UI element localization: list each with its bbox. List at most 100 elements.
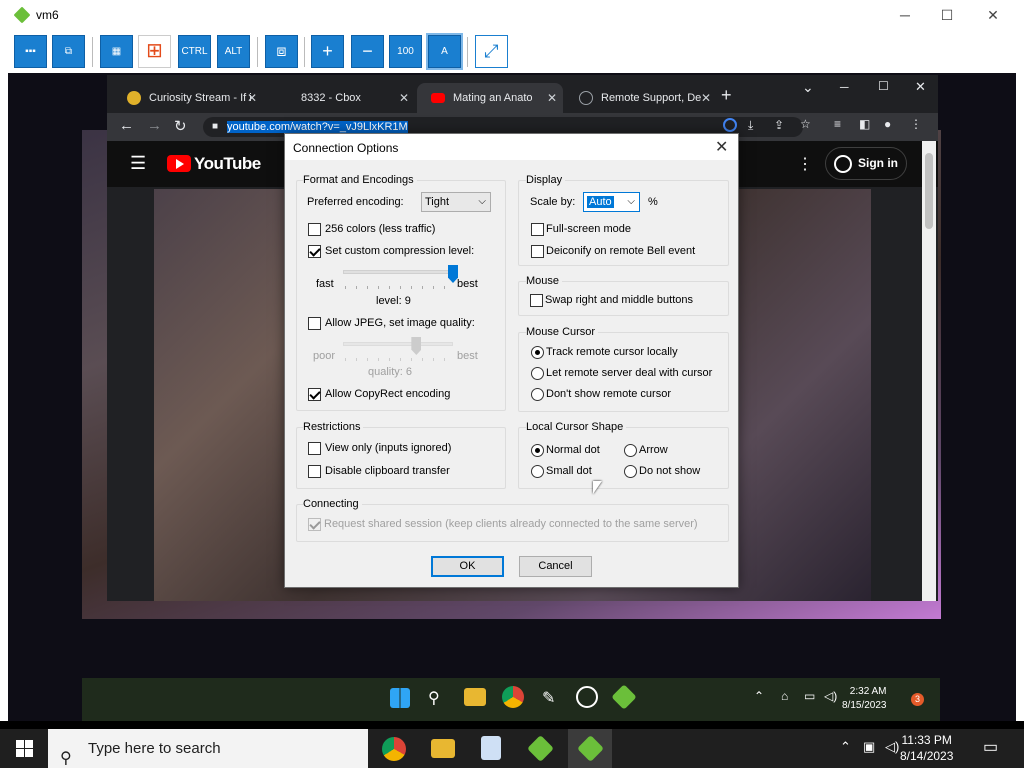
do-not-show-radio[interactable] bbox=[624, 465, 637, 478]
zoom-auto-button[interactable]: A bbox=[426, 33, 463, 70]
track-cursor-radio[interactable] bbox=[531, 346, 544, 359]
preferred-encoding-select[interactable]: Tight ⌵ bbox=[421, 192, 491, 212]
more-options-icon[interactable]: ⋮ bbox=[797, 154, 813, 174]
volume-icon[interactable]: ◁) bbox=[824, 689, 837, 703]
scale-by-select[interactable]: Auto ⌵ bbox=[583, 192, 640, 212]
search-icon[interactable]: ⚲ bbox=[428, 688, 440, 708]
tab-cbox[interactable]: 8332 - Cbox ✕ bbox=[265, 83, 415, 113]
vnc-viewer-icon[interactable] bbox=[527, 735, 554, 762]
fullscreen-label[interactable]: Full-screen mode bbox=[546, 223, 631, 235]
fullscreen-button[interactable]: ⤢ bbox=[475, 35, 508, 68]
server-cursor-radio[interactable] bbox=[531, 367, 544, 380]
close-tab-icon[interactable]: ✕ bbox=[247, 83, 257, 113]
remote-clock[interactable]: 2:32 AM 8/15/2023 bbox=[842, 685, 887, 713]
show-hidden-icons-icon[interactable]: ⌃ bbox=[754, 689, 764, 703]
google-icon[interactable] bbox=[723, 118, 737, 132]
allow-jpeg-checkbox[interactable] bbox=[308, 317, 321, 330]
close-tab-icon[interactable]: ✕ bbox=[701, 83, 711, 113]
share-icon[interactable]: ⇪ bbox=[774, 118, 784, 132]
page-scrollbar[interactable] bbox=[922, 141, 936, 601]
network-icon[interactable]: ⌂ bbox=[781, 689, 788, 703]
fullscreen-checkbox[interactable] bbox=[531, 223, 544, 236]
notification-badge[interactable]: 3 bbox=[911, 693, 924, 706]
youtube-logo[interactable]: YouTube bbox=[167, 154, 261, 174]
swap-buttons-label[interactable]: Swap right and middle buttons bbox=[545, 294, 693, 306]
send-alt-button[interactable]: ALT bbox=[217, 35, 250, 68]
cancel-button[interactable]: Cancel bbox=[519, 556, 592, 577]
close-tab-icon[interactable]: ✕ bbox=[399, 83, 409, 113]
browser-restore-button[interactable]: ☐ bbox=[878, 79, 889, 93]
arrow-label[interactable]: Arrow bbox=[639, 444, 668, 456]
send-win-key-button[interactable]: ⊞ bbox=[138, 35, 171, 68]
taskbar-clock[interactable]: 11:33 PM 8/14/2023 bbox=[900, 732, 953, 764]
tab-remote-support[interactable]: Remote Support, De ✕ bbox=[565, 83, 717, 113]
zoom-in-button[interactable]: + bbox=[311, 35, 344, 68]
deiconify-label[interactable]: Deiconify on remote Bell event bbox=[546, 245, 695, 257]
colors256-label[interactable]: 256 colors (less traffic) bbox=[325, 223, 435, 235]
forward-icon[interactable]: → bbox=[147, 117, 162, 134]
dialog-close-button[interactable]: ✕ bbox=[715, 137, 728, 157]
tab-youtube[interactable]: Mating an Anato ✕ bbox=[417, 83, 563, 113]
new-tab-button[interactable]: + bbox=[721, 85, 732, 106]
connection-info-button[interactable]: ⧉ bbox=[52, 35, 85, 68]
network-icon[interactable]: ▣ bbox=[863, 739, 875, 755]
browser-close-button[interactable]: ✕ bbox=[915, 79, 926, 95]
notification-center-icon[interactable]: ▭ bbox=[983, 737, 998, 757]
copyrect-label[interactable]: Allow CopyRect encoding bbox=[325, 388, 450, 400]
sign-in-button[interactable]: Sign in bbox=[825, 147, 907, 180]
vnc-viewer-icon[interactable] bbox=[611, 684, 637, 710]
scrollbar-thumb[interactable] bbox=[925, 153, 933, 229]
side-panel-icon[interactable]: ◧ bbox=[859, 117, 870, 131]
custom-compression-label[interactable]: Set custom compression level: bbox=[325, 245, 474, 257]
minimize-button[interactable]: ─ bbox=[882, 0, 928, 31]
send-ctrl-button[interactable]: CTRL bbox=[178, 35, 211, 68]
reload-icon[interactable]: ↻ bbox=[174, 117, 187, 135]
maximize-button[interactable]: ☐ bbox=[924, 0, 970, 31]
deiconify-checkbox[interactable] bbox=[531, 245, 544, 258]
swap-buttons-checkbox[interactable] bbox=[530, 294, 543, 307]
chrome-menu-icon[interactable]: ⋮ bbox=[910, 117, 922, 131]
profile-icon[interactable]: ● bbox=[884, 117, 891, 131]
hamburger-menu-icon[interactable]: ☰ bbox=[130, 153, 146, 174]
install-icon[interactable]: ⤓ bbox=[748, 118, 753, 133]
server-cursor-label[interactable]: Let remote server deal with cursor bbox=[546, 367, 712, 379]
start-icon[interactable] bbox=[390, 688, 410, 708]
disable-clipboard-label[interactable]: Disable clipboard transfer bbox=[325, 465, 450, 477]
chrome-icon[interactable] bbox=[502, 686, 524, 708]
feather-app-icon[interactable]: ✎ bbox=[542, 688, 555, 708]
disable-clipboard-checkbox[interactable] bbox=[308, 465, 321, 478]
file-explorer-icon[interactable] bbox=[431, 739, 455, 758]
colors256-checkbox[interactable] bbox=[308, 223, 321, 236]
tab-search-button[interactable]: ⌄ bbox=[802, 79, 814, 96]
arrow-radio[interactable] bbox=[624, 444, 637, 457]
small-dot-label[interactable]: Small dot bbox=[546, 465, 592, 477]
chrome-icon[interactable] bbox=[382, 737, 406, 761]
ok-button[interactable]: OK bbox=[431, 556, 504, 577]
copyrect-checkbox[interactable] bbox=[308, 388, 321, 401]
media-player-icon[interactable] bbox=[576, 686, 598, 708]
small-dot-radio[interactable] bbox=[531, 465, 544, 478]
view-only-label[interactable]: View only (inputs ignored) bbox=[325, 442, 451, 454]
display-icon[interactable]: ▭ bbox=[804, 689, 815, 703]
transfer-files-button[interactable]: ⧈ bbox=[265, 35, 298, 68]
windows-start-icon[interactable] bbox=[16, 740, 33, 757]
file-explorer-icon[interactable] bbox=[464, 688, 486, 706]
no-cursor-radio[interactable] bbox=[531, 388, 544, 401]
bookmark-star-icon[interactable]: ☆ bbox=[800, 117, 811, 131]
allow-jpeg-label[interactable]: Allow JPEG, set image quality: bbox=[325, 317, 475, 329]
reading-list-icon[interactable]: ≡ bbox=[834, 117, 841, 131]
tab-curiosity-stream[interactable]: Curiosity Stream - If i ✕ bbox=[113, 83, 263, 113]
show-hidden-icons-icon[interactable]: ⌃ bbox=[840, 739, 851, 755]
zoom-out-button[interactable]: − bbox=[351, 35, 384, 68]
custom-compression-checkbox[interactable] bbox=[308, 245, 321, 258]
zoom-100-button[interactable]: 100 bbox=[389, 35, 422, 68]
close-tab-icon[interactable]: ✕ bbox=[547, 83, 557, 113]
normal-dot-label[interactable]: Normal dot bbox=[546, 444, 600, 456]
taskbar-search-box[interactable]: ⚲ Type here to search bbox=[48, 729, 368, 768]
close-button[interactable]: ✕ bbox=[970, 0, 1016, 31]
compression-slider-track[interactable] bbox=[343, 270, 453, 274]
do-not-show-label[interactable]: Do not show bbox=[639, 465, 700, 477]
refresh-button[interactable]: ▦ bbox=[100, 35, 133, 68]
back-icon[interactable]: ← bbox=[119, 117, 134, 134]
options-button[interactable]: ▪▪▪ bbox=[14, 35, 47, 68]
